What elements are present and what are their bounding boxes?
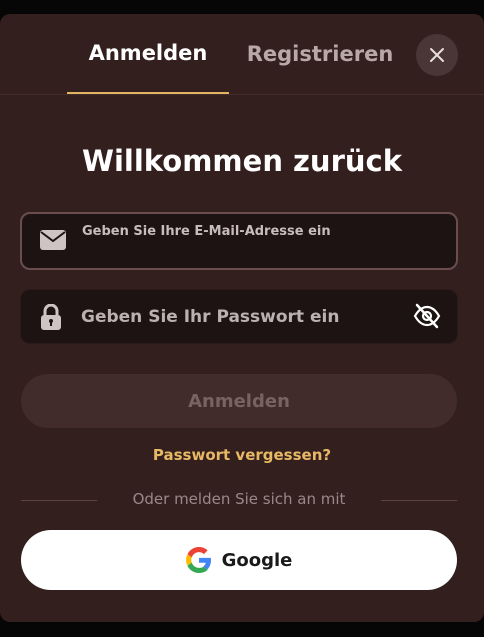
page-title: Willkommen zurück	[81, 144, 403, 178]
email-field[interactable]	[20, 212, 458, 270]
google-icon	[185, 547, 211, 573]
password-field[interactable]	[20, 289, 458, 344]
tab-login[interactable]: Anmelden	[67, 14, 229, 94]
email-input[interactable]	[82, 220, 442, 242]
divider-text: Oder melden Sie sich an mit	[132, 490, 346, 508]
close-icon	[430, 48, 444, 62]
password-input[interactable]	[81, 290, 401, 343]
login-button[interactable]: Anmelden	[21, 374, 457, 428]
envelope-icon	[40, 230, 66, 250]
auth-tabs: Anmelden Registrieren	[0, 14, 484, 95]
forgot-password-link[interactable]: Passwort vergessen?	[0, 446, 484, 464]
eye-slash-icon[interactable]	[413, 303, 441, 329]
tab-register-label: Registrieren	[246, 42, 394, 66]
close-button[interactable]	[416, 34, 458, 76]
lock-icon	[40, 304, 62, 330]
divider-line-left	[21, 500, 97, 501]
tab-register[interactable]: Registrieren	[239, 14, 401, 94]
tab-login-label: Anmelden	[88, 41, 208, 65]
divider: Oder melden Sie sich an mit	[21, 490, 457, 510]
login-modal: Anmelden Registrieren Willkommen zurück	[0, 14, 484, 622]
google-login-button[interactable]: Google	[21, 530, 457, 590]
divider-line-right	[381, 500, 457, 501]
google-button-label: Google	[221, 549, 293, 571]
